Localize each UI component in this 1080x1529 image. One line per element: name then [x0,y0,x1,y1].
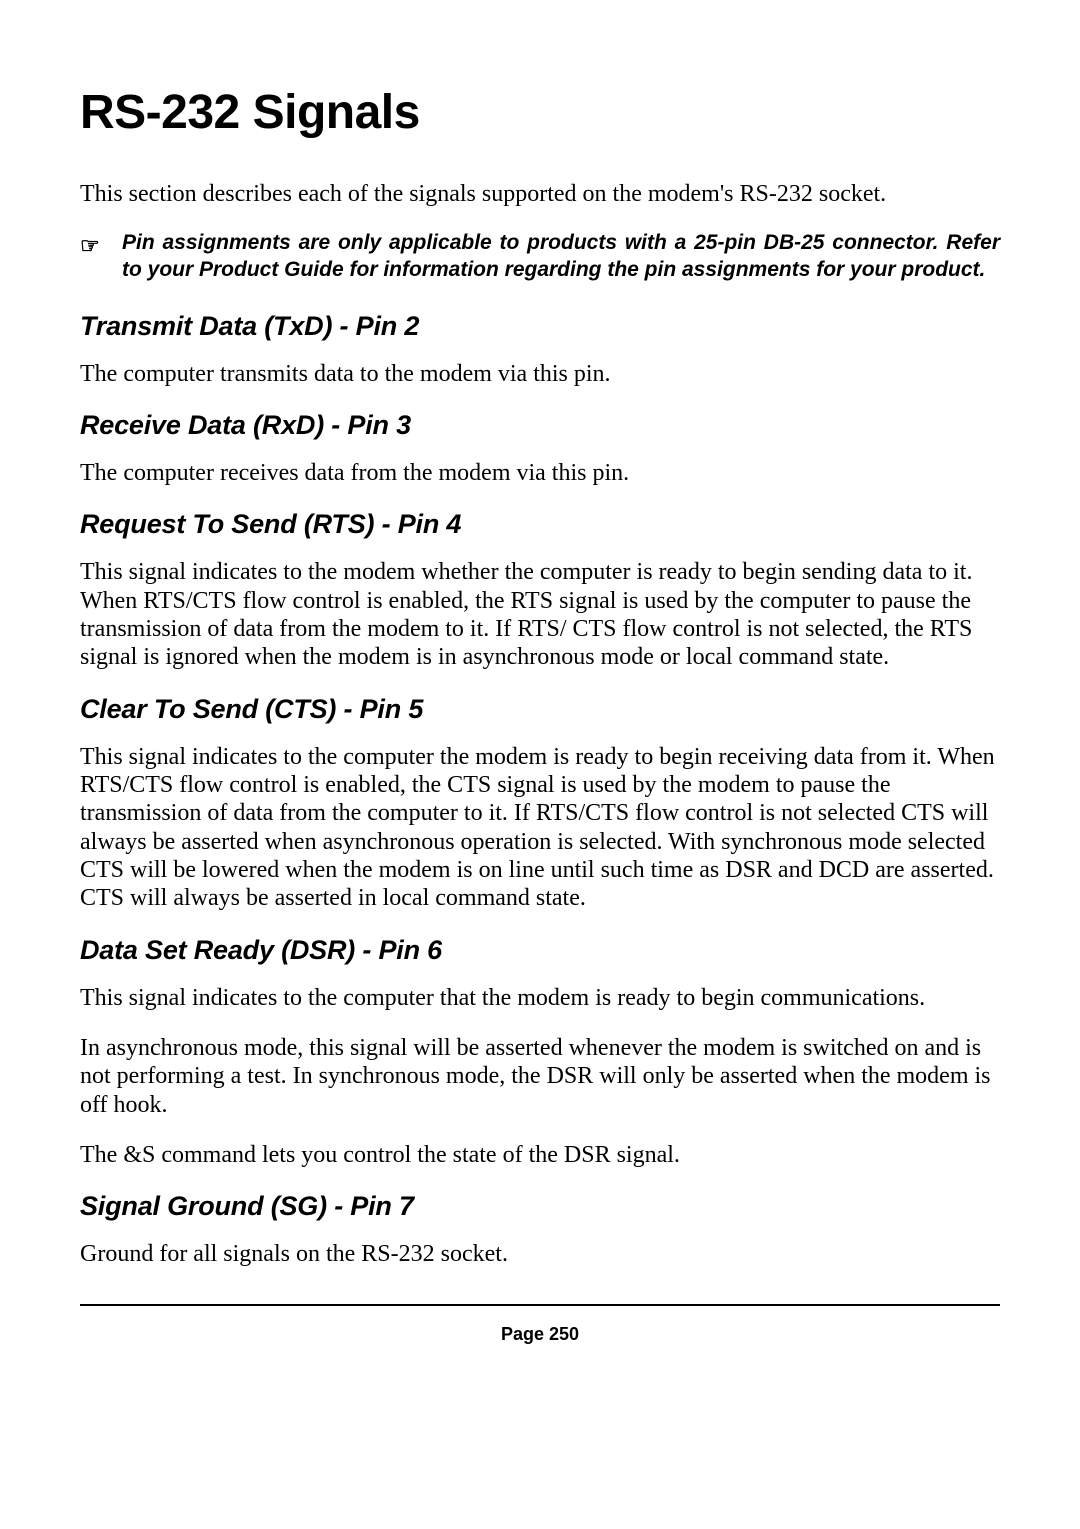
footer-divider [80,1304,1000,1306]
note-block: ☞ Pin assignments are only applicable to… [80,230,1000,283]
heading-sg: Signal Ground (SG) - Pin 7 [80,1191,1000,1222]
paragraph-sg: Ground for all signals on the RS-232 soc… [80,1240,1000,1268]
paragraph-dsr-2: In asynchronous mode, this signal will b… [80,1034,1000,1119]
page-footer: Page 250 [80,1324,1000,1345]
paragraph-rxd: The computer receives data from the mode… [80,459,1000,487]
paragraph-cts: This signal indicates to the computer th… [80,743,1000,913]
paragraph-dsr-3: The &S command lets you control the stat… [80,1141,1000,1169]
heading-dsr: Data Set Ready (DSR) - Pin 6 [80,935,1000,966]
heading-cts: Clear To Send (CTS) - Pin 5 [80,694,1000,725]
heading-rts: Request To Send (RTS) - Pin 4 [80,509,1000,540]
page-container: RS-232 Signals This section describes ea… [0,0,1080,1529]
page-title: RS-232 Signals [80,85,1000,140]
intro-paragraph: This section describes each of the signa… [80,180,1000,208]
heading-txd: Transmit Data (TxD) - Pin 2 [80,311,1000,342]
heading-rxd: Receive Data (RxD) - Pin 3 [80,410,1000,441]
note-text: Pin assignments are only applicable to p… [122,230,1000,283]
paragraph-rts: This signal indicates to the modem wheth… [80,558,1000,671]
pointer-icon: ☞ [80,230,122,283]
paragraph-txd: The computer transmits data to the modem… [80,360,1000,388]
paragraph-dsr-1: This signal indicates to the computer th… [80,984,1000,1012]
